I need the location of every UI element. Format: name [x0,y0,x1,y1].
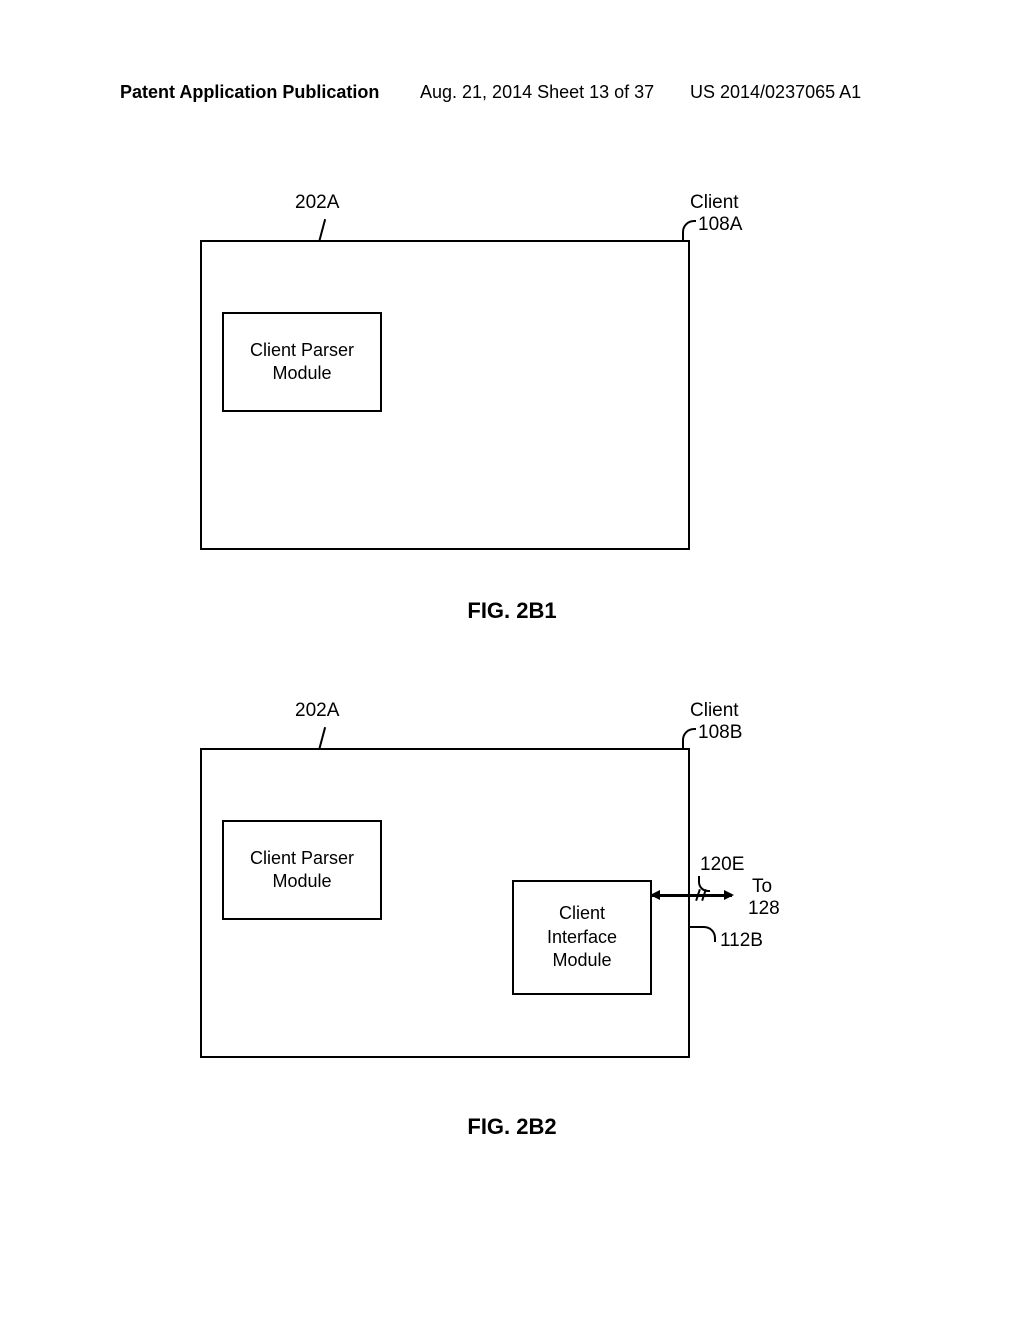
date-sheet-label: Aug. 21, 2014 Sheet 13 of 37 [420,82,654,103]
pub-number-label: US 2014/0237065 A1 [690,82,861,103]
figure-2b1: Client 108A 202A Client Parser Module [200,200,720,550]
client-label: Client [690,700,739,722]
client-parser-module-box: Client Parser Module [222,820,382,920]
client-outer-box: Client Parser Module Client Interface Mo… [200,748,690,1058]
client-outer-box: Client Parser Module [200,240,690,550]
iface-text-line2: Interface [547,926,617,949]
parser-text-line2: Module [272,870,331,893]
parser-ref-202a: 202A [295,192,339,214]
ref-112b: 112B [720,930,763,952]
figure-2b2: Client 108B 202A Client Parser Module Cl… [200,708,720,1058]
figure-2b2-caption: FIG. 2B2 [0,1114,1024,1140]
parser-text-line1: Client Parser [250,847,354,870]
parser-ref-202a: 202A [295,700,339,722]
client-label: Client [690,192,739,214]
leader-112b [690,926,716,942]
client-parser-module-box: Client Parser Module [222,312,382,412]
leader-108b [682,728,696,750]
parser-text-line1: Client Parser [250,339,354,362]
to-label: To [752,876,772,898]
ref-120e: 120E [700,854,744,876]
iface-text-line1: Client [559,902,605,925]
client-interface-module-box: Client Interface Module [512,880,652,995]
link-arrow [652,894,732,897]
client-ref-108a: 108A [698,214,742,236]
to-128-label: 128 [748,898,780,920]
figure-2b1-caption: FIG. 2B1 [0,598,1024,624]
client-ref-108b: 108B [698,722,742,744]
publication-label: Patent Application Publication [120,82,379,103]
iface-text-line3: Module [552,949,611,972]
parser-text-line2: Module [272,362,331,385]
leader-108a [682,220,696,242]
